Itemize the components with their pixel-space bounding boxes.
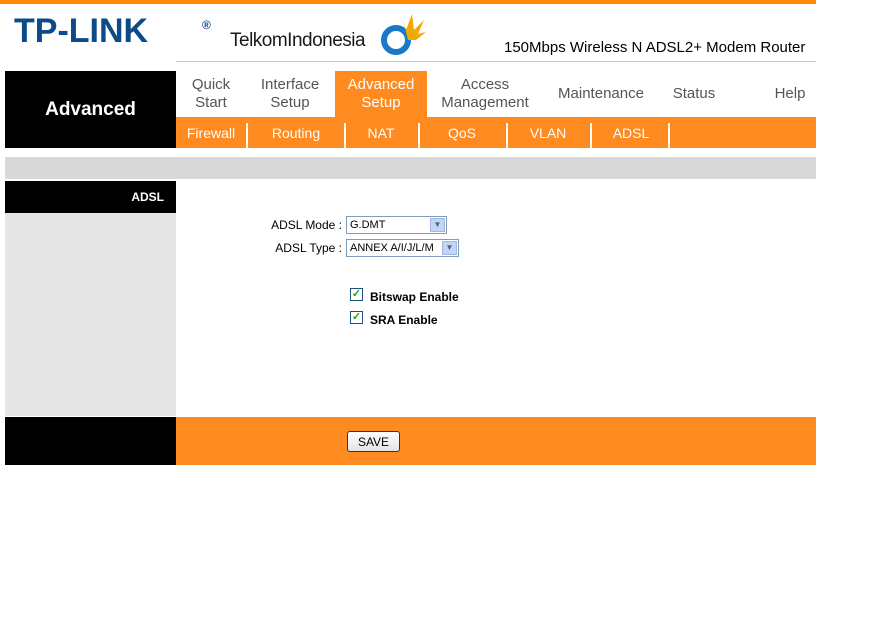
adsl-type-label: ADSL Type :: [275, 241, 342, 255]
chevron-down-icon: ▼: [430, 218, 445, 232]
header-divider: [176, 61, 816, 62]
subnav-qos[interactable]: QoS: [422, 117, 502, 148]
sidebar-title: ADSL: [5, 181, 176, 213]
nav-help-label: Help: [774, 85, 806, 102]
adsl-mode-value: G.DMT: [350, 219, 386, 231]
subnav-adsl[interactable]: ADSL: [594, 117, 668, 148]
content-header-band: [5, 157, 816, 179]
nav-access-management-label: Access Management: [441, 76, 529, 111]
chevron-down-icon: ▼: [442, 241, 457, 255]
nav-advanced-setup-label: Advanced Setup: [347, 76, 415, 111]
subnav-routing-label: Routing: [271, 124, 321, 141]
nav-status-label: Status: [672, 85, 716, 102]
nav-maintenance[interactable]: Maintenance: [550, 71, 652, 117]
subnav-separator: [418, 123, 420, 148]
telkom-indonesia-logo-text: TelkomIndonesia: [230, 30, 366, 51]
nav-interface-setup-label: Interface Setup: [260, 76, 320, 111]
nav-help[interactable]: Help: [764, 71, 816, 117]
adsl-mode-label: ADSL Mode :: [271, 218, 342, 232]
nav-maintenance-label: Maintenance: [558, 85, 644, 102]
subnav-separator: [344, 123, 346, 148]
bitswap-checkbox[interactable]: ✓: [350, 288, 363, 301]
subnav-routing[interactable]: Routing: [252, 117, 340, 148]
save-button[interactable]: SAVE: [347, 431, 400, 452]
checkmark-icon: ✓: [351, 288, 362, 300]
nav-interface-setup[interactable]: Interface Setup: [250, 71, 330, 117]
subnav-nat[interactable]: NAT: [348, 117, 414, 148]
subnav-separator: [246, 123, 248, 148]
tp-link-logo: TP-LINK: [14, 12, 149, 50]
sra-label: SRA Enable: [370, 313, 438, 327]
subnav-nat-label: NAT: [367, 124, 395, 141]
subnav-separator: [590, 123, 592, 148]
main-nav: Quick Start Interface Setup Advanced Set…: [176, 71, 816, 117]
subnav-separator: [506, 123, 508, 148]
telkom-logo-icon: [381, 14, 426, 55]
nav-status[interactable]: Status: [664, 71, 724, 117]
nav-quick-start[interactable]: Quick Start: [176, 71, 246, 117]
subnav-adsl-label: ADSL: [612, 124, 650, 141]
sra-checkbox[interactable]: ✓: [350, 311, 363, 324]
subnav-vlan[interactable]: VLAN: [510, 117, 586, 148]
section-title: Advanced: [5, 71, 176, 148]
subnav-vlan-label: VLAN: [529, 124, 567, 141]
subnav-separator: [668, 123, 670, 148]
bitswap-label: Bitswap Enable: [370, 290, 459, 304]
adsl-mode-select[interactable]: G.DMT ▼: [346, 216, 447, 234]
subnav-firewall[interactable]: Firewall: [180, 117, 242, 148]
subnav-qos-label: QoS: [447, 124, 476, 141]
footer-bar: [176, 417, 816, 465]
subnav-firewall-label: Firewall: [186, 124, 236, 141]
top-accent-line: [0, 0, 816, 4]
sub-nav: Firewall Routing NAT QoS VLAN ADSL: [176, 117, 816, 148]
nav-advanced-setup[interactable]: Advanced Setup: [335, 71, 427, 117]
nav-access-management[interactable]: Access Management: [434, 71, 536, 117]
model-name: 150Mbps Wireless N ADSL2+ Modem Router: [504, 39, 806, 56]
nav-quick-start-label: Quick Start: [191, 76, 231, 111]
sidebar-panel: [5, 213, 176, 416]
adsl-type-select[interactable]: ANNEX A/I/J/L/M ▼: [346, 239, 459, 257]
footer-left-panel: [5, 417, 176, 465]
checkmark-icon: ✓: [351, 311, 362, 323]
registered-mark: ®: [202, 18, 211, 32]
adsl-type-value: ANNEX A/I/J/L/M: [350, 242, 434, 254]
